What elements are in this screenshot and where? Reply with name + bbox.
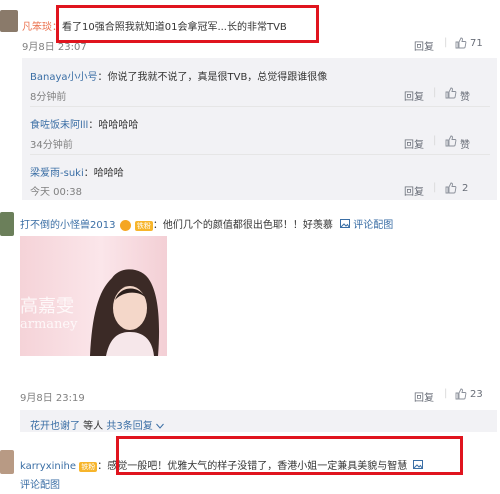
comment-text: ：他们几个的颜值都很出色耶！！好羡慕: [152, 220, 333, 231]
like-count: 23: [470, 389, 483, 400]
like-label[interactable]: 赞: [460, 88, 470, 103]
summary-text: 等人: [80, 421, 107, 432]
reply-time: 34分钟前: [30, 140, 73, 151]
reply-author[interactable]: 食咗饭未阿lll: [30, 120, 88, 131]
thumbs-up-icon[interactable]: [455, 388, 467, 403]
avatar[interactable]: [0, 10, 18, 32]
comment-author[interactable]: karryxinihe: [20, 461, 76, 472]
reply-text: ：哈哈哈: [83, 168, 124, 179]
divider: [30, 154, 490, 155]
watermark-subtext: armaney: [20, 317, 78, 332]
thumbs-up-icon[interactable]: [445, 87, 457, 102]
reply-line: 梁爱雨-suki：哈哈哈: [30, 164, 124, 179]
highlight-box: [116, 436, 463, 475]
reply-author[interactable]: Banaya小小号: [30, 72, 98, 83]
watermark-text: 高嘉雯: [20, 296, 74, 317]
comment-time: 9月8日 23:19: [20, 393, 85, 404]
reply-time: 今天 00:38: [30, 187, 82, 198]
avatar[interactable]: [0, 450, 14, 474]
fan-badge: 铁粉: [79, 462, 98, 472]
divider: |: [444, 37, 448, 48]
reply-button[interactable]: 回复: [404, 136, 424, 151]
fan-badge: 铁粉: [134, 221, 153, 231]
divider: |: [433, 182, 437, 193]
reply-author[interactable]: 梁爱雨-suki: [30, 168, 84, 179]
highlight-box: [56, 5, 319, 43]
like-count: 2: [462, 183, 469, 194]
reply-button[interactable]: 回复: [404, 183, 424, 198]
comment-author[interactable]: 打不倒的小怪兽2013: [20, 220, 115, 231]
like-count: 71: [470, 38, 483, 49]
more-replies-link[interactable]: 共3条回复: [106, 421, 152, 432]
fan-icon: [119, 219, 131, 231]
reply-text: ：你说了我就不说了，真是很TVB，总觉得跟谁很像: [97, 72, 328, 83]
comment-pic-link[interactable]: 评论配图: [20, 476, 60, 491]
reply-text: ：哈哈哈哈: [88, 120, 139, 131]
divider: |: [433, 87, 437, 98]
reply-line: Banaya小小号：你说了我就不说了，真是很TVB，总觉得跟谁很像: [30, 68, 327, 83]
divider: |: [433, 135, 437, 146]
thumbs-up-icon[interactable]: [445, 182, 457, 197]
reply-button[interactable]: 回复: [414, 389, 434, 404]
comment-2-line: 打不倒的小怪兽2013 铁粉 ：他们几个的颜值都很出色耶！！好羡慕 评论配图: [20, 216, 393, 231]
thumbs-up-icon[interactable]: [445, 135, 457, 150]
like-label[interactable]: 赞: [460, 136, 470, 151]
comment-pic-link[interactable]: 评论配图: [353, 220, 393, 231]
reply-button[interactable]: 回复: [414, 38, 434, 53]
reply-author[interactable]: 花开也谢了: [30, 421, 80, 432]
reply-time: 8分钟前: [30, 92, 67, 103]
chevron-down-icon[interactable]: [156, 421, 164, 432]
comment-image[interactable]: 高嘉雯 armaney: [20, 236, 167, 356]
divider: |: [444, 388, 448, 399]
replies-summary-line: 花开也谢了 等人 共3条回复: [30, 417, 164, 432]
image-icon[interactable]: [340, 219, 351, 231]
reply-line: 食咗饭未阿lll：哈哈哈哈: [30, 116, 138, 131]
thumbs-up-icon[interactable]: [455, 37, 467, 52]
avatar[interactable]: [0, 212, 14, 236]
reply-button[interactable]: 回复: [404, 88, 424, 103]
divider: [30, 106, 490, 107]
